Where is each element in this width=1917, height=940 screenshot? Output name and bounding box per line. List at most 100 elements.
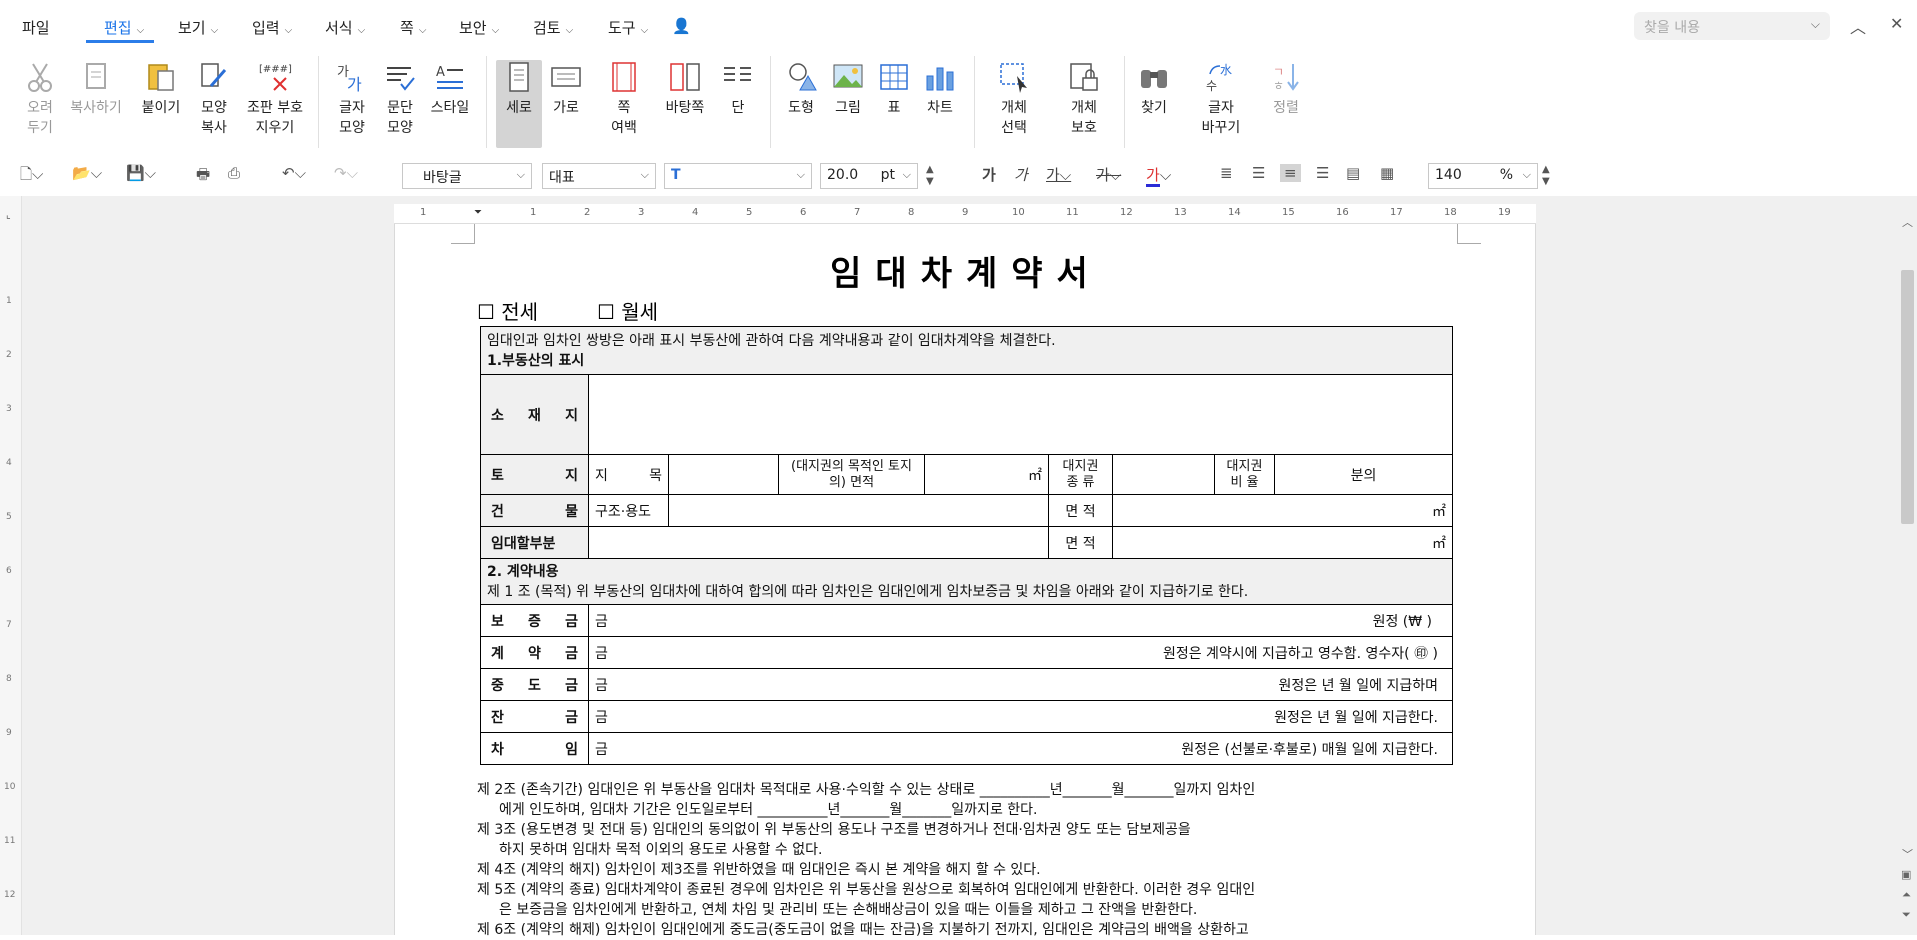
menu-view[interactable]: 보기 ⌵ [178, 17, 218, 38]
paste-button[interactable]: 붙이기 [136, 60, 186, 118]
open-folder-icon[interactable]: 📂⌵ [72, 164, 102, 182]
scroll-up-icon[interactable]: ︿ [1902, 214, 1913, 230]
cut-button[interactable]: 오려 두기 [20, 60, 60, 138]
wolse-checkbox[interactable]: ☐ 월세 [597, 296, 658, 325]
menu-edit[interactable]: 편집 ⌵ [104, 17, 144, 38]
sort-button[interactable]: ㄱㅎ 정렬 [1268, 60, 1304, 118]
menu-input[interactable]: 입력 ⌵ [252, 17, 292, 38]
columns-button[interactable]: 단 [720, 60, 756, 118]
table-row: 임대인과 임차인 쌍방은 아래 표시 부동산에 관하여 다음 계약내용과 같이 … [480, 326, 1453, 375]
page-view-icon[interactable]: ▣ [1901, 868, 1911, 881]
middle-payment-value[interactable]: 금 원정은 년 월 일에 지급하며 [588, 668, 1453, 701]
font-language-select[interactable]: 대표 ⌵ [542, 163, 656, 189]
align-center-icon[interactable]: ≡ [1280, 164, 1301, 182]
redo-icon[interactable]: ↷⌵ [334, 164, 358, 182]
section-2-cell[interactable]: 2. 계약내용 제 1 조 (목적) 위 부동산의 임대차에 대하여 합의에 따… [480, 558, 1453, 605]
land-ratio-value[interactable]: 분의 [1274, 454, 1453, 495]
rent-value[interactable]: 금 원정은 (선불로·후불로) 매월 일에 지급한다. [588, 732, 1453, 765]
land-area-value[interactable]: ㎡ [924, 454, 1049, 495]
location-value[interactable] [588, 374, 1453, 455]
clear-layout-marks-button[interactable]: [###] 조판 부호 지우기 [242, 60, 308, 138]
font-size-stepper[interactable]: ▲ ▼ [926, 164, 934, 188]
picture-button[interactable]: 그림 [830, 60, 866, 118]
chevron-down-icon[interactable]: ⌵ [903, 168, 911, 182]
shape-button[interactable]: 도형 [782, 60, 820, 118]
jeonse-checkbox[interactable]: ☐ 전세 [477, 296, 538, 325]
underline-icon[interactable]: 가⌵ [1046, 164, 1071, 185]
scrollbar-thumb[interactable] [1901, 270, 1914, 524]
select-object-button[interactable]: 개체 선택 [988, 60, 1040, 138]
chevron-down-icon[interactable]: ⌵ [517, 168, 525, 182]
scroll-down-icon[interactable]: ﹀ [1902, 846, 1913, 862]
style-button[interactable]: A 스타일 [426, 60, 474, 118]
chevron-down-icon[interactable]: ⌵ [1811, 17, 1820, 32]
shapes-icon [789, 63, 817, 91]
font-size-input[interactable]: 20.0 pt ⌵ [820, 163, 918, 189]
strikethrough-icon[interactable]: 가⌵ [1096, 164, 1121, 185]
vertical-scrollbar[interactable]: ︿ ﹀ ▣ ⏶ ⏷ [1898, 212, 1917, 935]
prev-page-icon[interactable]: ⏶ [1902, 888, 1911, 902]
search-input[interactable]: 찾을 내용 ⌵ [1634, 12, 1830, 40]
format-copy-button[interactable]: 모양 복사 [194, 60, 234, 138]
protect-object-button[interactable]: 개체 보호 [1058, 60, 1110, 138]
undo-icon[interactable]: ↶⌵ [282, 164, 306, 182]
chart-button[interactable]: 차트 [922, 60, 958, 118]
background-page-button[interactable]: 바탕쪽 [662, 60, 708, 118]
new-document-icon[interactable]: 🗋⌵ [20, 164, 43, 189]
land-type-value[interactable] [1112, 454, 1215, 495]
intro-cell[interactable]: 임대인과 임차인 쌍방은 아래 표시 부동산에 관하여 다음 계약내용과 같이 … [480, 326, 1453, 375]
print-icon[interactable]: 🖶 [196, 164, 210, 189]
jimok-value[interactable] [668, 454, 779, 495]
copy-button[interactable]: 복사하기 [66, 60, 126, 118]
chevron-down-icon[interactable]: ⌵ [1523, 168, 1531, 182]
ruler-corner-icon[interactable]: ⌞ [6, 210, 11, 221]
menu-page[interactable]: 쪽 ⌵ [400, 17, 426, 38]
balance-value[interactable]: 금 원정은 년 월 일에 지급한다. [588, 700, 1453, 733]
menu-tools[interactable]: 도구 ⌵ [608, 17, 648, 38]
paragraph-style-select[interactable]: 바탕글 ⌵ [402, 163, 532, 189]
indent-marker-icon[interactable]: ⏷ [474, 207, 482, 218]
zoom-select[interactable]: 140% ⌵ [1428, 163, 1538, 189]
align-right-icon[interactable]: ☰ [1316, 164, 1329, 182]
margin-button[interactable]: 쪽 여백 [604, 60, 644, 138]
divide-icon[interactable]: ▦ [1380, 164, 1394, 182]
menu-file[interactable]: 파일 [22, 17, 50, 38]
replace-button[interactable]: 수水 글자 바꾸기 [1198, 60, 1244, 138]
align-left-icon[interactable]: ☰ [1252, 164, 1265, 182]
deposit-value[interactable]: 금 원정 (₩ ) [588, 604, 1453, 637]
close-icon[interactable]: ✕ [1890, 14, 1903, 33]
print-preview-icon[interactable]: ⎙ [228, 164, 240, 182]
distribute-icon[interactable]: ▤ [1346, 164, 1360, 182]
font-select[interactable]: T ⌵ [664, 163, 812, 189]
font-color-icon[interactable]: 가⌵ [1146, 164, 1171, 187]
save-icon[interactable]: 💾⌵ [126, 164, 156, 182]
bold-icon[interactable]: 가 [982, 164, 996, 185]
menu-review[interactable]: 검토 ⌵ [533, 17, 573, 38]
collapse-ribbon-icon[interactable]: ︿ [1850, 14, 1866, 38]
user-icon[interactable]: 👤 [672, 17, 691, 35]
menu-format[interactable]: 서식 ⌵ [325, 17, 365, 38]
zoom-stepper[interactable]: ▲ ▼ [1542, 164, 1550, 188]
chevron-down-icon[interactable]: ⌵ [797, 168, 805, 182]
landscape-label: 가로 [553, 100, 579, 116]
rent-area-value[interactable]: ㎡ [1112, 526, 1453, 559]
find-button[interactable]: 찾기 [1136, 60, 1172, 118]
building-area-value[interactable]: ㎡ [1112, 494, 1453, 527]
horizontal-ruler[interactable]: 1 ⏷ 1 2 3 4 5 6 7 8 9 10 11 12 13 14 15 … [394, 204, 1536, 224]
landscape-button[interactable]: 가로 [548, 60, 584, 118]
contract-money-value[interactable]: 금 원정은 계약시에 지급하고 영수함. 영수자( ㊞ ) [588, 636, 1453, 669]
rent-part-value[interactable] [588, 526, 1049, 559]
italic-icon[interactable]: 가 [1014, 164, 1028, 185]
contract-clauses[interactable]: 제 2조 (존속기간) 임대인은 위 부동산을 임대차 목적대로 사용·수익할 … [477, 780, 1457, 940]
para-shape-button[interactable]: 문단 모양 [380, 60, 420, 138]
vertical-ruler[interactable]: ⌞ 1 2 3 4 5 6 7 8 9 10 11 12 [0, 196, 22, 935]
portrait-button[interactable]: 세로 [496, 60, 542, 148]
menu-security[interactable]: 보안 ⌵ [459, 17, 499, 38]
document-page[interactable]: 임대차계약서 ☐ 전세 ☐ 월세 임대인과 임차인 쌍방은 아래 표시 부동산에… [394, 224, 1536, 938]
table-button[interactable]: 표 [876, 60, 912, 118]
chevron-down-icon[interactable]: ⌵ [641, 168, 649, 182]
char-shape-button[interactable]: 가가 글자 모양 [332, 60, 372, 138]
structure-value[interactable] [668, 494, 1049, 527]
align-justify-icon[interactable]: ≣ [1220, 164, 1233, 182]
next-page-icon[interactable]: ⏷ [1902, 908, 1911, 922]
